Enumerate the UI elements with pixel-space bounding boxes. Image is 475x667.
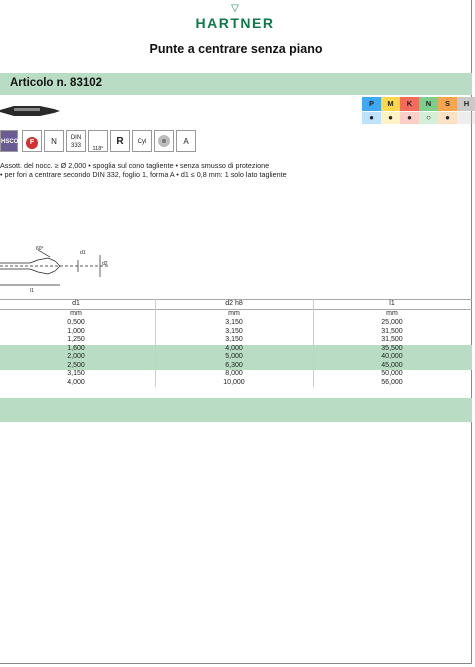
table-cell: l1 xyxy=(389,300,395,307)
din-standard: DIN 333 xyxy=(66,130,86,152)
drawing-label: 60° xyxy=(36,246,44,252)
table-cell: 1,600 xyxy=(67,344,85,352)
material-rating: ● xyxy=(381,112,400,124)
table-row: 3,150 8,000 50,000 xyxy=(0,370,472,379)
table-cell: 2,000 xyxy=(67,353,85,360)
drawing-label: l1 xyxy=(30,288,34,294)
material-rating: ● xyxy=(438,112,457,124)
page-title: Punte a centrare senza piano xyxy=(149,42,323,56)
table-cell: 5,000 xyxy=(225,353,243,360)
table-units-row: mm mm mm xyxy=(0,309,472,319)
table-row: 1,250 3,150 31,500 xyxy=(0,336,472,345)
table-row: 4,000 10,000 56,000 xyxy=(0,379,472,388)
table-cell: 1,000 xyxy=(67,327,85,335)
material-code: N xyxy=(419,97,438,111)
description-line: • per fori a centrare secondo DIN 332, f… xyxy=(0,170,287,179)
table-row: 2,000 5,000 40,000 xyxy=(0,353,472,362)
technical-drawing: d1 d2 l1 60° xyxy=(0,246,110,294)
table-cell: 3,150 xyxy=(67,370,85,377)
table-cell: 56,000 xyxy=(381,378,403,386)
description-line: Assott. del nocc. ≥ Ø 2,000 • spoglia su… xyxy=(0,161,270,170)
material-code: M xyxy=(381,97,400,111)
material-code: K xyxy=(400,97,419,111)
material-code: P xyxy=(362,97,381,111)
description: Assott. del nocc. ≥ Ø 2,000 • spoglia su… xyxy=(0,161,287,179)
table-cell: mm xyxy=(228,310,240,317)
table-row: 2,500 6,300 45,000 xyxy=(0,361,472,370)
table-header-row: d1 d2 h8 l1 xyxy=(0,299,472,309)
table-cell: 10,000 xyxy=(223,378,245,386)
table-cell: 31,500 xyxy=(381,327,403,335)
table-cell: 3,150 xyxy=(225,319,243,326)
table-cell: 0,500 xyxy=(67,319,85,326)
brand-logo: ▽ HARTNER xyxy=(175,4,295,32)
table-cell: d2 h8 xyxy=(225,300,243,307)
shank-cyl: Cyl xyxy=(132,130,152,152)
table-row: 0,500 3,150 25,000 xyxy=(0,319,472,328)
article-number: Articolo n. 83102 xyxy=(10,77,103,89)
f-symbol: F xyxy=(22,130,42,152)
table-cell: mm xyxy=(70,310,82,317)
form-a-symbol: A xyxy=(176,130,196,152)
drawing-label: d1 xyxy=(80,250,86,256)
table-cell: 31,500 xyxy=(381,336,403,343)
material-rating: ○ xyxy=(419,112,438,124)
article-header-bar: Articolo n. 83102 xyxy=(0,73,472,95)
coating-icon xyxy=(154,130,174,152)
table-cell: 1,250 xyxy=(67,336,85,343)
drawing-label: d2 xyxy=(102,261,108,267)
material-rating xyxy=(457,112,475,124)
table-row: 1,600 4,000 35,500 xyxy=(0,344,472,353)
table-cell: 40,000 xyxy=(381,353,403,360)
material-rating: ● xyxy=(400,112,419,124)
table-cell: mm xyxy=(386,310,398,317)
point-angle: 118° xyxy=(88,130,108,152)
column-divider xyxy=(155,299,156,387)
material-code: H xyxy=(457,97,475,111)
table-cell: 8,000 xyxy=(225,370,243,377)
brand-name: HARTNER xyxy=(195,15,275,31)
material-rating: ● xyxy=(362,112,381,124)
tool-image xyxy=(0,106,60,116)
table-cell: 50,000 xyxy=(381,370,403,377)
table-cell: 25,000 xyxy=(381,319,403,326)
material-code: S xyxy=(438,97,457,111)
table-cell: 3,150 xyxy=(225,336,243,343)
type-n-symbol: N xyxy=(44,130,64,152)
table-cell: 3,150 xyxy=(225,327,243,335)
table-cell: d1 xyxy=(72,300,80,307)
table-cell: 4,000 xyxy=(225,344,243,352)
rotation-symbol: R xyxy=(110,130,130,152)
table-row: 1,000 3,150 31,500 xyxy=(0,328,472,337)
table-cell: 4,000 xyxy=(67,378,85,386)
column-divider xyxy=(313,299,314,387)
table-cell: 6,300 xyxy=(225,361,243,369)
table-cell: 2,500 xyxy=(67,361,85,369)
hsco-badge: HSCO xyxy=(0,130,18,152)
table-cell: 35,500 xyxy=(381,344,403,352)
footer-bar xyxy=(0,398,472,422)
table-cell: 45,000 xyxy=(381,361,403,369)
brand-mark-icon: ▽ xyxy=(231,3,239,14)
